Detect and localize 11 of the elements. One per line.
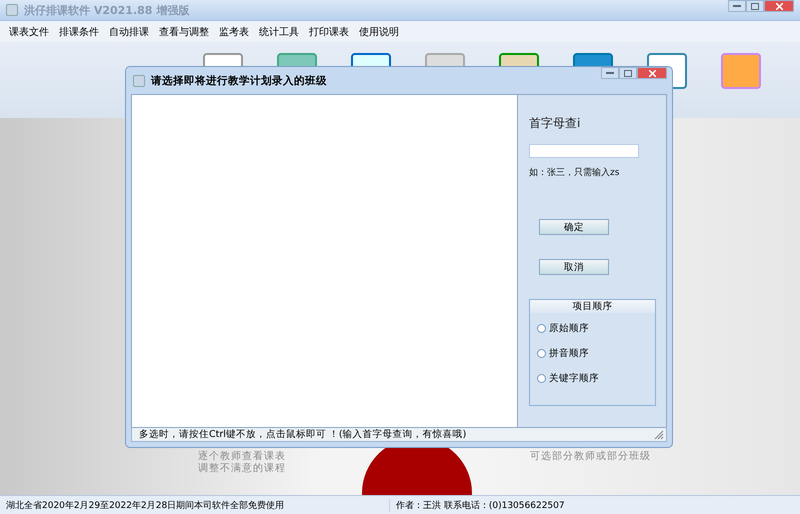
hint-text: 如：张三，只需输入zs bbox=[529, 166, 620, 179]
status-text: 作者：王洪 联系电话：(0)13056622507 bbox=[395, 500, 566, 512]
status-text: 湖北全省2020年2月29至2022年2月28日期间本司软件全部免费使用 bbox=[0, 498, 390, 512]
window-title: 洪仔排课软件 V2021.88 增强版 bbox=[24, 2, 190, 18]
background-caption: 调整不满意的课程 bbox=[198, 463, 286, 475]
dialog-title: 请选择即将进行教学计划录入的班级 bbox=[151, 74, 327, 88]
group-title: 项目顺序 bbox=[530, 300, 655, 313]
background-caption: 逐个教师查看课表 bbox=[198, 451, 286, 462]
background-caption: 可选部分教师或部分班级 bbox=[530, 451, 651, 463]
search-label: 首字母查i bbox=[529, 115, 582, 132]
dialog-status-text: 多选时，请按住Ctrl键不放，点击鼠标即可 ！(输入首字母查询，有惊喜哦) bbox=[139, 428, 466, 441]
